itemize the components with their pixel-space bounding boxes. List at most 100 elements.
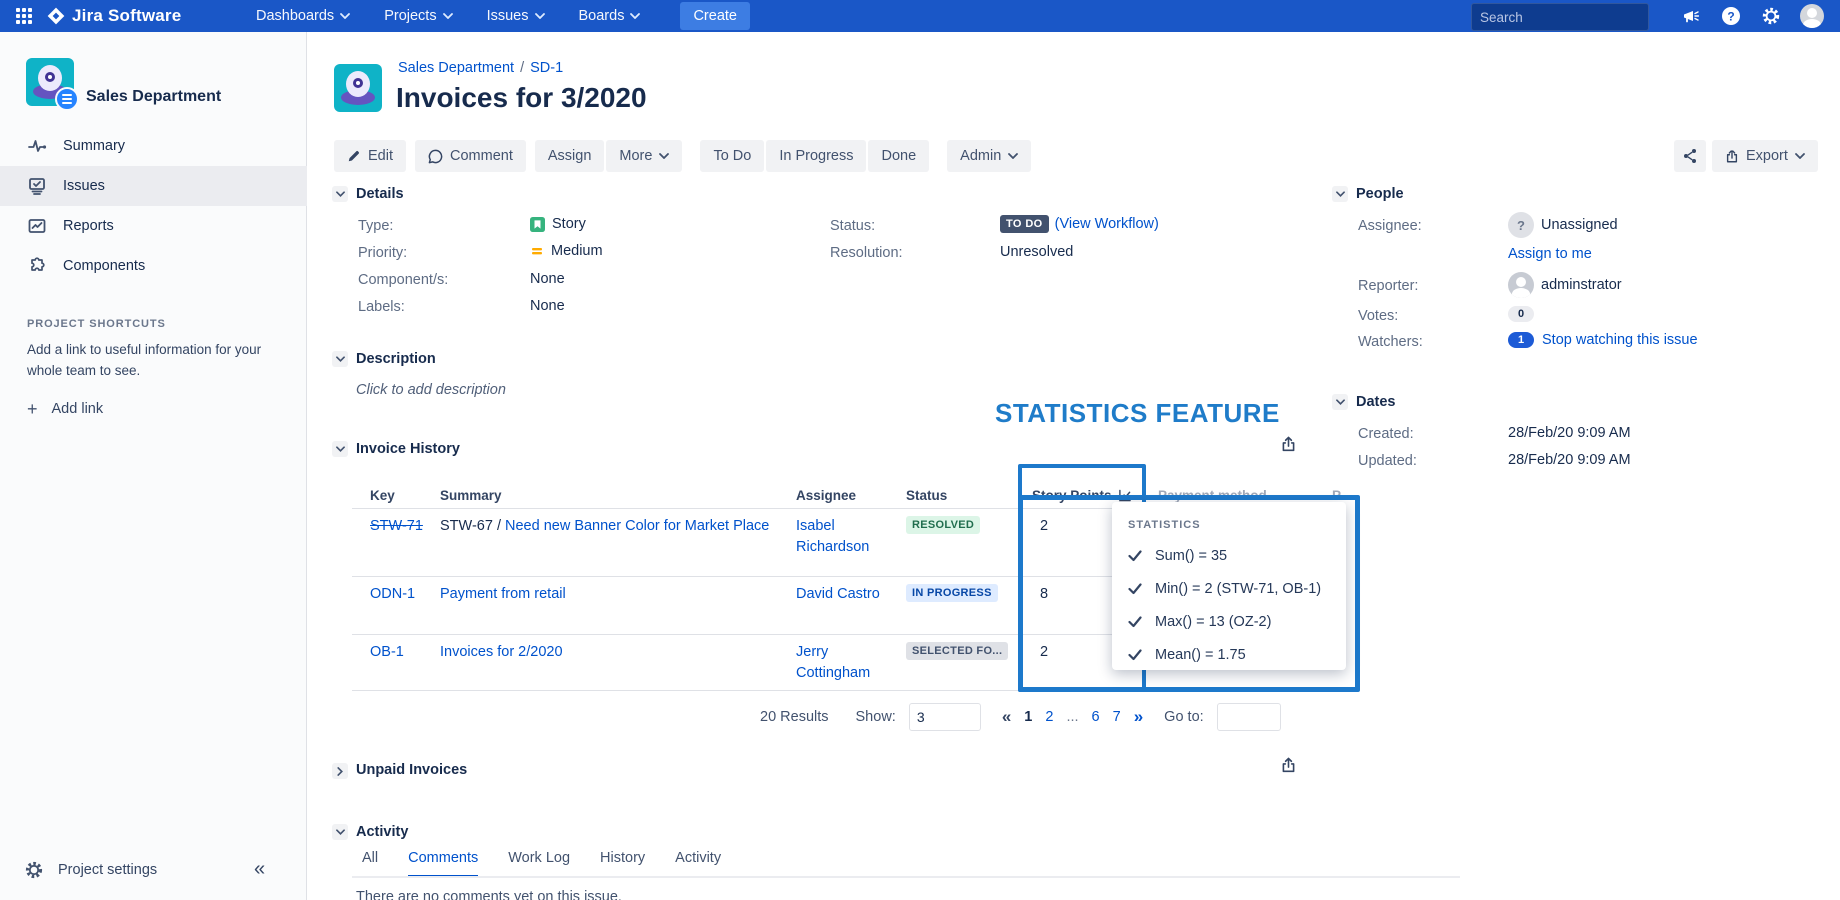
unpaid-invoices-expand-chevron[interactable] xyxy=(332,763,348,779)
chevron-down-icon xyxy=(535,13,545,19)
assignee-link[interactable]: David Castro xyxy=(796,584,892,605)
project-shortcuts-text: Add a link to useful information for you… xyxy=(27,340,279,382)
invoice-history-collapse-chevron[interactable] xyxy=(332,441,348,457)
chevron-down-icon xyxy=(1336,191,1345,197)
add-link-button[interactable]: + Add link xyxy=(27,400,103,418)
done-transition-button[interactable]: Done xyxy=(868,140,929,172)
edit-button[interactable]: Edit xyxy=(334,140,406,172)
app-switcher-icon[interactable] xyxy=(12,4,36,28)
sidebar-item-summary[interactable]: Summary xyxy=(0,126,307,166)
tab-all[interactable]: All xyxy=(362,850,378,877)
issue-summary-link[interactable]: Need new Banner Color for Market Place xyxy=(505,518,769,534)
column-header-key[interactable]: Key xyxy=(370,488,395,503)
page-1-current[interactable]: 1 xyxy=(1024,709,1032,725)
column-header-assignee[interactable]: Assignee xyxy=(796,488,856,503)
admin-button[interactable]: Admin xyxy=(947,140,1031,172)
invoice-history-export-icon[interactable] xyxy=(1280,436,1297,458)
statistics-chart-icon[interactable] xyxy=(1118,489,1132,502)
unpaid-invoices-section-title: Unpaid Invoices xyxy=(356,762,467,778)
tab-activity[interactable]: Activity xyxy=(675,850,721,877)
nav-dashboards[interactable]: Dashboards xyxy=(256,8,350,24)
statistic-option-sum[interactable]: Sum() = 35 xyxy=(1128,548,1330,564)
sidebar-item-reports[interactable]: Reports xyxy=(0,206,307,246)
next-page-button[interactable]: » xyxy=(1134,707,1143,727)
unpaid-invoices-export-icon[interactable] xyxy=(1280,757,1297,779)
column-header-p[interactable]: P xyxy=(1332,488,1341,503)
create-button[interactable]: Create xyxy=(680,2,750,30)
nav-projects[interactable]: Projects xyxy=(384,8,452,24)
page-7-link[interactable]: 7 xyxy=(1113,709,1121,725)
search-input[interactable] xyxy=(1472,10,1665,25)
more-button[interactable]: More xyxy=(606,140,682,172)
people-collapse-chevron[interactable] xyxy=(1332,186,1348,202)
page-2-link[interactable]: 2 xyxy=(1045,709,1053,725)
announcements-icon[interactable] xyxy=(1680,5,1702,27)
breadcrumb-issue-link[interactable]: SD-1 xyxy=(530,60,563,76)
sidebar-item-issues[interactable]: Issues xyxy=(0,166,307,206)
global-search[interactable] xyxy=(1471,3,1649,31)
statistic-option-mean[interactable]: Mean() = 1.75 xyxy=(1128,647,1330,663)
column-header-status[interactable]: Status xyxy=(906,488,947,503)
story-icon xyxy=(530,217,545,232)
breadcrumb-project-link[interactable]: Sales Department xyxy=(398,60,514,76)
issue-summary-link[interactable]: Invoices for 2/2020 xyxy=(440,644,563,660)
view-workflow-link[interactable]: (View Workflow) xyxy=(1055,216,1159,232)
collapse-sidebar-button[interactable]: « xyxy=(254,858,265,881)
tab-comments[interactable]: Comments xyxy=(408,850,478,877)
results-count: 20 Results xyxy=(760,709,829,725)
watchers-badge[interactable]: 1 xyxy=(1508,332,1534,348)
no-comments-text: There are no comments yet on this issue. xyxy=(356,889,622,900)
page-6-link[interactable]: 6 xyxy=(1092,709,1100,725)
details-section-title: Details xyxy=(356,186,404,202)
sidebar-item-components[interactable]: Components xyxy=(0,246,307,286)
inprogress-transition-button[interactable]: In Progress xyxy=(766,140,866,172)
help-icon[interactable]: ? xyxy=(1720,5,1742,27)
previous-page-button[interactable]: « xyxy=(1002,707,1011,727)
description-section-title: Description xyxy=(356,351,436,367)
share-button[interactable] xyxy=(1674,140,1706,172)
issue-key-link[interactable]: ODN-1 xyxy=(370,584,415,605)
details-collapse-chevron[interactable] xyxy=(332,186,348,202)
story-points-value: 2 xyxy=(1040,642,1048,663)
nav-boards[interactable]: Boards xyxy=(579,8,641,24)
tab-history[interactable]: History xyxy=(600,850,645,877)
nav-issues[interactable]: Issues xyxy=(487,8,545,24)
column-header-story-points[interactable]: Story Points xyxy=(1032,488,1132,503)
column-header-summary[interactable]: Summary xyxy=(440,488,502,503)
statistic-option-max[interactable]: Max() = 13 (OZ-2) xyxy=(1128,614,1330,630)
votes-badge[interactable]: 0 xyxy=(1508,306,1534,322)
activity-collapse-chevron[interactable] xyxy=(332,824,348,840)
issue-summary-link[interactable]: Payment from retail xyxy=(440,586,566,602)
labels-label: Labels: xyxy=(358,299,405,315)
assign-button[interactable]: Assign xyxy=(535,140,605,172)
settings-gear-icon[interactable] xyxy=(1760,5,1782,27)
assignee-link[interactable]: Jerry Cottingham xyxy=(796,642,892,684)
tab-work-log[interactable]: Work Log xyxy=(508,850,570,877)
sidebar-item-label: Components xyxy=(63,258,145,274)
statistic-option-min[interactable]: Min() = 2 (STW-71, OB-1) xyxy=(1128,581,1330,597)
show-count-input[interactable] xyxy=(909,703,981,731)
user-avatar[interactable] xyxy=(1800,4,1824,28)
sidebar-item-label: Summary xyxy=(63,138,125,154)
export-button[interactable]: Export xyxy=(1712,140,1818,172)
description-placeholder[interactable]: Click to add description xyxy=(356,382,506,398)
stop-watching-link[interactable]: Stop watching this issue xyxy=(1542,332,1698,348)
goto-page-input[interactable] xyxy=(1217,703,1281,731)
comment-button[interactable]: Comment xyxy=(415,140,526,172)
description-collapse-chevron[interactable] xyxy=(332,351,348,367)
issue-key-link[interactable]: STW-71 xyxy=(370,516,423,537)
table-pagination: 20 Results Show: « 1 2 ... 6 7 » Go to: xyxy=(760,702,1281,732)
dates-collapse-chevron[interactable] xyxy=(1332,394,1348,410)
todo-transition-button[interactable]: To Do xyxy=(700,140,764,172)
project-avatar[interactable] xyxy=(26,58,74,106)
assignee-link[interactable]: Isabel Richardson xyxy=(796,516,892,558)
issue-project-avatar xyxy=(334,64,382,112)
issue-key-link[interactable]: OB-1 xyxy=(370,642,404,663)
export-icon xyxy=(1725,149,1739,164)
project-settings-button[interactable]: Project settings xyxy=(24,860,157,880)
assign-to-me-link[interactable]: Assign to me xyxy=(1508,246,1592,262)
chevron-down-icon xyxy=(1795,153,1805,159)
svg-text:?: ? xyxy=(1727,10,1734,24)
column-header-payment-method[interactable]: Payment method xyxy=(1158,488,1267,503)
jira-logo[interactable]: Jira Software xyxy=(46,6,181,26)
